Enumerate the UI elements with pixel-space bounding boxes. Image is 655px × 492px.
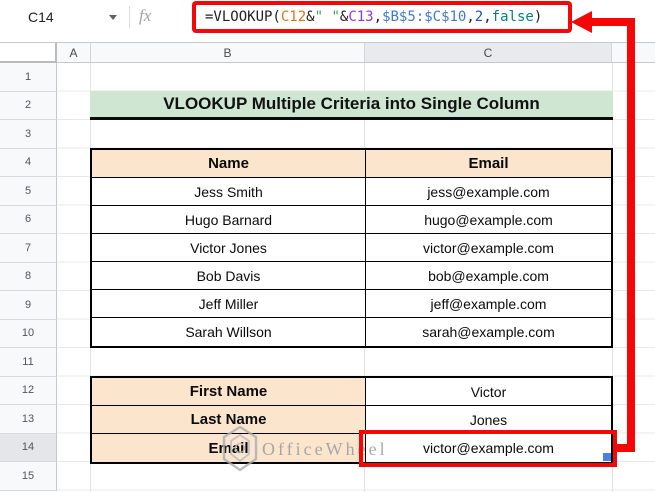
row-header-8[interactable]: 8 xyxy=(0,262,57,291)
table-cell[interactable]: hugo@example.com xyxy=(366,206,611,234)
row-header-12[interactable]: 12 xyxy=(0,376,57,405)
table-cell[interactable]: jess@example.com xyxy=(366,178,611,206)
row-header-10[interactable]: 10 xyxy=(0,319,57,348)
criteria-label-email[interactable]: Email xyxy=(92,434,366,462)
formula-segment: & xyxy=(306,9,315,25)
table-cell[interactable]: sarah@example.com xyxy=(366,318,611,346)
row-header-6[interactable]: 6 xyxy=(0,205,57,234)
red-arrow-segment xyxy=(627,18,635,452)
formula-segment: , xyxy=(466,9,475,25)
row-header-2[interactable]: 2 xyxy=(0,91,57,120)
formula-segment: $B$5:$C$10 xyxy=(382,9,467,25)
formula-input[interactable]: =VLOOKUP(C12 & " " & C13, $B$5:$C$10, 2, false) xyxy=(192,1,572,33)
row-header-1[interactable]: 1 xyxy=(0,63,57,92)
formula-segment: " " xyxy=(314,9,340,25)
formula-segment: false xyxy=(491,9,534,25)
table-cell[interactable]: Jess Smith xyxy=(92,178,366,206)
criteria-label-first-name[interactable]: First Name xyxy=(92,378,366,406)
column-header-b[interactable]: B xyxy=(91,42,365,63)
row-header-15[interactable]: 15 xyxy=(0,462,57,491)
column-header-c[interactable]: C xyxy=(365,42,612,63)
table-cell[interactable]: jeff@example.com xyxy=(366,290,611,318)
row-header-column: 1 2 3 4 5 6 7 8 9 10 11 12 13 14 15 xyxy=(0,63,57,492)
row-header-11[interactable]: 11 xyxy=(0,348,57,377)
row-header-9[interactable]: 9 xyxy=(0,291,57,320)
sheet-title[interactable]: VLOOKUP Multiple Criteria into Single Co… xyxy=(90,91,613,120)
table-cell[interactable]: Victor Jones xyxy=(92,234,366,262)
lookup-table: Name Email Jess Smith jess@example.com H… xyxy=(90,148,613,348)
select-all-corner[interactable] xyxy=(0,42,57,63)
table-cell[interactable]: Hugo Barnard xyxy=(92,206,366,234)
formula-segment: , xyxy=(483,9,492,25)
table-header-email[interactable]: Email xyxy=(366,150,611,178)
row-header-4[interactable]: 4 xyxy=(0,148,57,177)
column-header-a[interactable]: A xyxy=(57,42,91,63)
row-header-7[interactable]: 7 xyxy=(0,234,57,263)
formula-segment: C13 xyxy=(348,9,374,25)
table-cell[interactable]: Jeff Miller xyxy=(92,290,366,318)
row-header-13[interactable]: 13 xyxy=(0,405,57,434)
criteria-value-first-name[interactable]: Victor xyxy=(366,378,611,406)
fx-icon: fx xyxy=(139,6,152,25)
chevron-down-icon[interactable] xyxy=(109,15,117,20)
formula-segment: ) xyxy=(533,9,543,25)
criteria-label-last-name[interactable]: Last Name xyxy=(92,406,366,434)
table-cell[interactable]: Sarah Willson xyxy=(92,318,366,346)
table-cell[interactable]: bob@example.com xyxy=(366,262,611,290)
cell-reference: C14 xyxy=(28,8,54,25)
name-box[interactable]: C14 xyxy=(0,0,128,33)
red-arrow-head xyxy=(571,11,592,33)
formula-segment: C12 xyxy=(280,9,307,25)
google-sheets-window: C14 fx =VLOOKUP(C12 & " " & C13, $B$5:$C$10, 2… xyxy=(0,0,655,492)
row-header-14[interactable]: 14 xyxy=(0,433,57,462)
red-arrow-segment xyxy=(615,444,635,452)
formula-segment: & xyxy=(339,9,349,25)
row-header-3[interactable]: 3 xyxy=(0,120,57,149)
result-cell-highlight xyxy=(359,430,617,467)
table-cell[interactable]: Bob Davis xyxy=(92,262,366,290)
table-header-name[interactable]: Name xyxy=(92,150,366,178)
formula-bar-divider xyxy=(129,6,130,28)
row-header-5[interactable]: 5 xyxy=(0,177,57,206)
selection-fill-handle[interactable] xyxy=(603,453,611,461)
formula-segment: =VLOOKUP( xyxy=(205,9,281,25)
formula-bar: C14 fx =VLOOKUP(C12 & " " & C13, $B$5:$C$10, 2… xyxy=(0,0,655,42)
table-cell[interactable]: victor@example.com xyxy=(366,234,611,262)
formula-segment: 2 xyxy=(474,9,484,25)
formula-segment: , xyxy=(373,9,383,25)
